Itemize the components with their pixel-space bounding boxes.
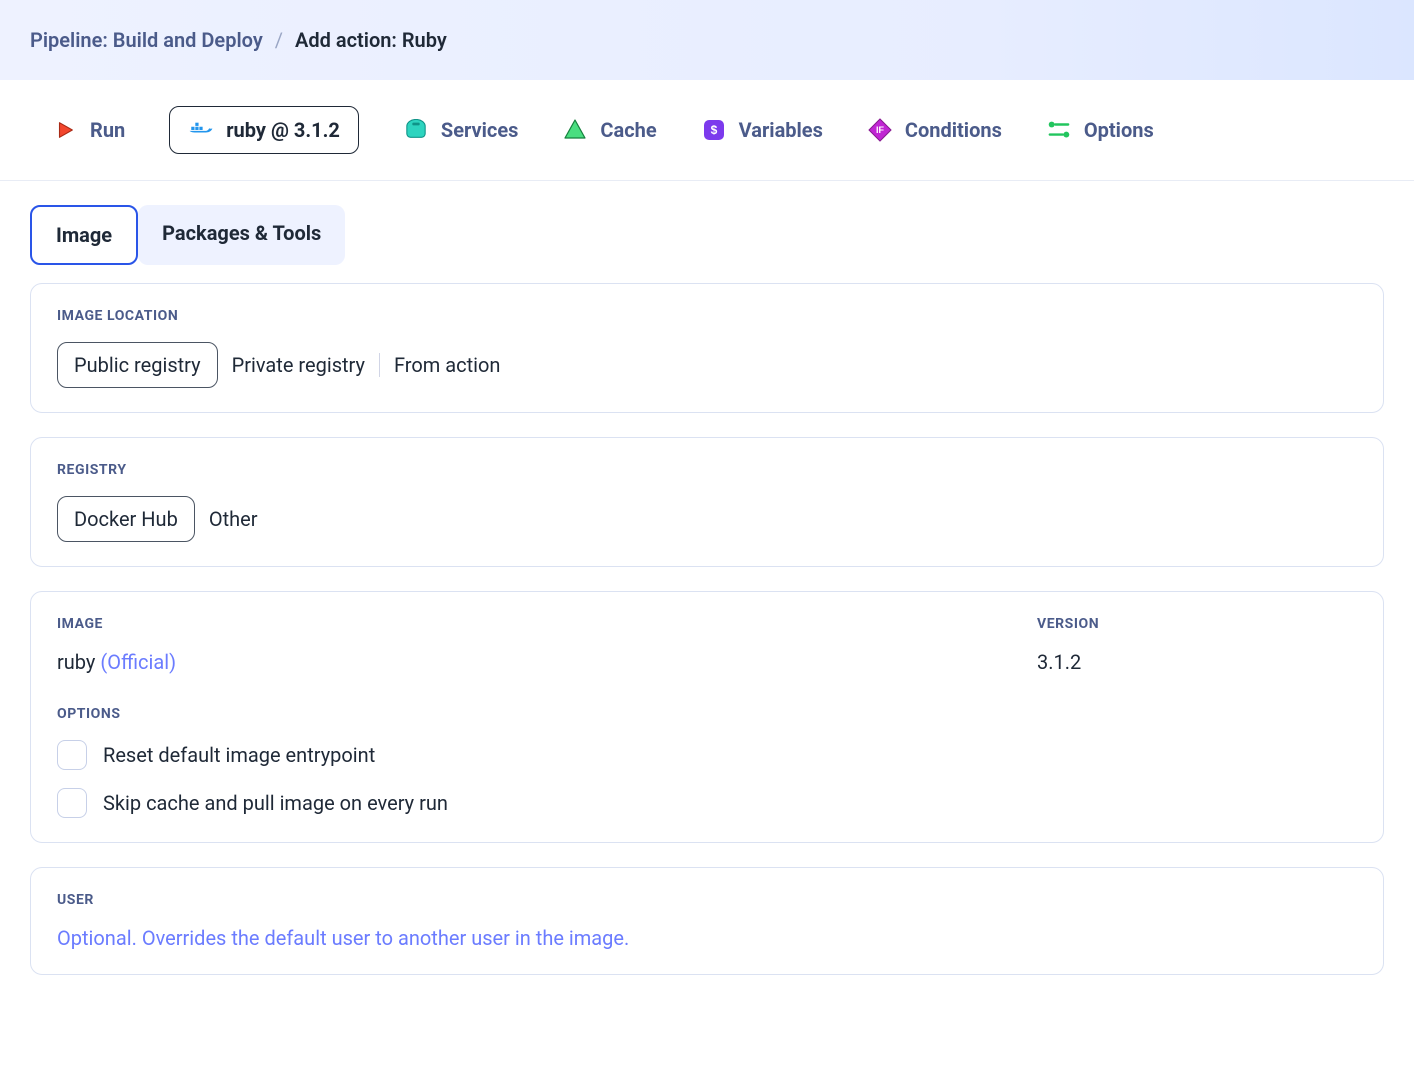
- tab-cache-label: Cache: [600, 118, 656, 142]
- card-user: USER: [30, 867, 1384, 975]
- tab-run[interactable]: Run: [52, 117, 125, 143]
- image-field-label: IMAGE: [57, 616, 1037, 632]
- tab-conditions[interactable]: IF Conditions: [867, 117, 1002, 143]
- tab-environment-label: ruby @ 3.1.2: [226, 118, 340, 142]
- breadcrumb-pipeline[interactable]: Pipeline: Build and Deploy: [30, 28, 263, 52]
- option-skip-cache-label: Skip cache and pull image on every run: [103, 791, 448, 815]
- svg-text:IF: IF: [876, 125, 885, 135]
- services-icon: [403, 117, 429, 143]
- image-official-badge: (Official): [100, 650, 176, 674]
- card-registry: REGISTRY Docker Hub Other: [30, 437, 1384, 567]
- image-location-private[interactable]: Private registry: [232, 353, 365, 377]
- tab-run-label: Run: [90, 118, 125, 142]
- svg-text:$: $: [710, 123, 717, 137]
- tab-options-label: Options: [1084, 118, 1154, 142]
- subtab-packages[interactable]: Packages & Tools: [138, 205, 345, 265]
- breadcrumb-separator: /: [275, 28, 283, 52]
- breadcrumb: Pipeline: Build and Deploy / Add action:…: [0, 0, 1414, 80]
- tab-variables-label: Variables: [739, 118, 823, 142]
- tab-variables[interactable]: $ Variables: [701, 117, 823, 143]
- image-name: ruby: [57, 650, 95, 674]
- play-icon: [52, 117, 78, 143]
- option-reset-entrypoint[interactable]: Reset default image entrypoint: [57, 740, 1357, 770]
- tab-conditions-label: Conditions: [905, 118, 1002, 142]
- tab-cache[interactable]: Cache: [562, 117, 656, 143]
- card-image: IMAGE ruby (Official) VERSION 3.1.2 OPTI…: [30, 591, 1384, 843]
- variables-icon: $: [701, 117, 727, 143]
- tab-services-label: Services: [441, 118, 519, 142]
- version-field-label: VERSION: [1037, 616, 1357, 632]
- checkbox-reset-entrypoint[interactable]: [57, 740, 87, 770]
- options-label: OPTIONS: [57, 706, 1357, 722]
- registry-dockerhub[interactable]: Docker Hub: [57, 496, 195, 542]
- main-tabs: Run ruby @ 3.1.2 Services Cache $ Var: [0, 80, 1414, 181]
- divider: [379, 353, 380, 377]
- tab-services[interactable]: Services: [403, 117, 519, 143]
- version-field-value[interactable]: 3.1.2: [1037, 650, 1357, 674]
- image-field-value[interactable]: ruby (Official): [57, 650, 1037, 674]
- user-input[interactable]: [57, 926, 1357, 950]
- checkbox-skip-cache[interactable]: [57, 788, 87, 818]
- breadcrumb-current: Add action: Ruby: [295, 28, 447, 52]
- option-skip-cache[interactable]: Skip cache and pull image on every run: [57, 788, 1357, 818]
- card-image-location: IMAGE LOCATION Public registry Private r…: [30, 283, 1384, 413]
- registry-other[interactable]: Other: [209, 507, 258, 531]
- cache-icon: [562, 117, 588, 143]
- subtab-image[interactable]: Image: [30, 205, 138, 265]
- image-location-from-action[interactable]: From action: [394, 353, 501, 377]
- registry-label: REGISTRY: [57, 462, 1357, 478]
- option-reset-entrypoint-label: Reset default image entrypoint: [103, 743, 375, 767]
- options-icon: [1046, 117, 1072, 143]
- image-location-public[interactable]: Public registry: [57, 342, 218, 388]
- user-label: USER: [57, 892, 1357, 908]
- image-location-label: IMAGE LOCATION: [57, 308, 1357, 324]
- tab-options[interactable]: Options: [1046, 117, 1154, 143]
- docker-icon: [188, 117, 214, 143]
- tab-environment[interactable]: ruby @ 3.1.2: [169, 106, 359, 154]
- conditions-icon: IF: [867, 117, 893, 143]
- sub-tabs: Image Packages & Tools: [0, 181, 1414, 265]
